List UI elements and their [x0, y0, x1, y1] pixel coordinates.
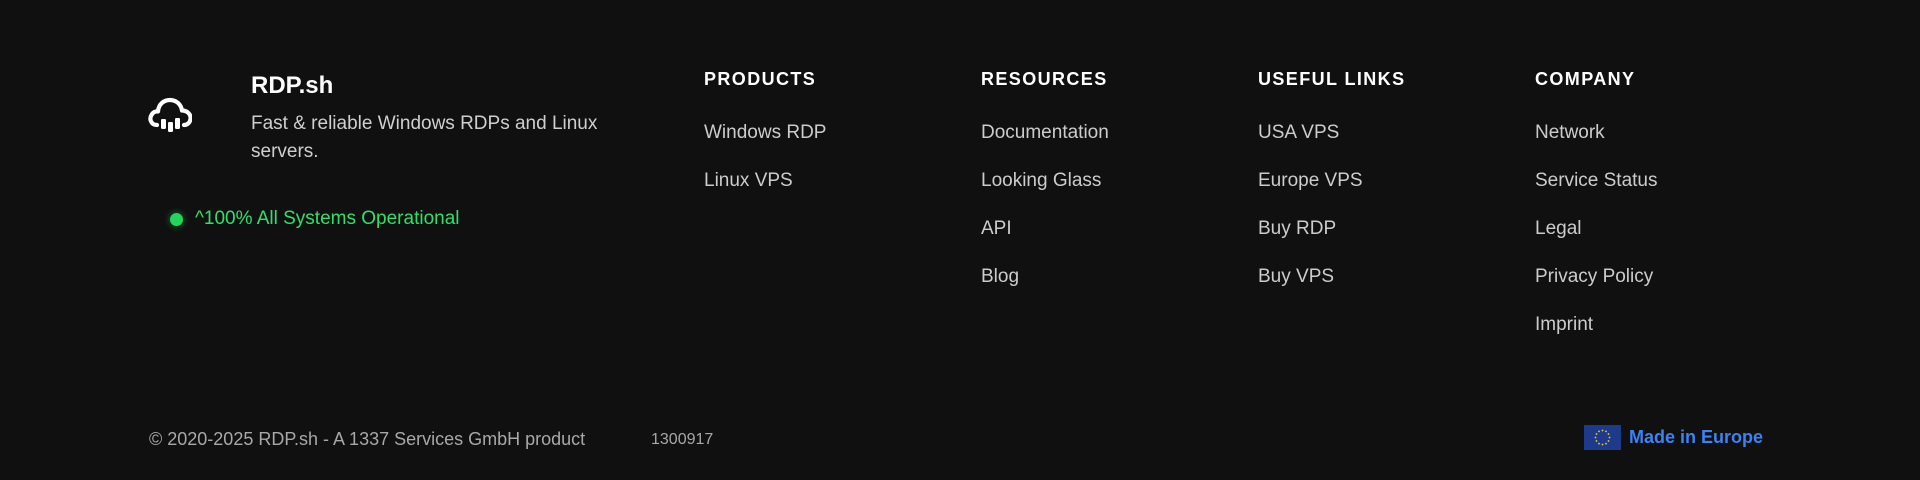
footer-link-buy-vps[interactable]: Buy VPS — [1258, 265, 1334, 289]
site-footer: RDP.sh Fast & reliable Windows RDPs and … — [0, 0, 1920, 480]
made-in-europe-label: Made in Europe — [1629, 427, 1764, 447]
footer-link-privacy-policy[interactable]: Privacy Policy — [1535, 265, 1653, 289]
system-status-link[interactable]: ^100% All Systems Operational — [170, 208, 460, 230]
footer-link-blog[interactable]: Blog — [981, 265, 1019, 289]
column-title: COMPANY — [1535, 69, 1636, 89]
footer-link-looking-glass[interactable]: Looking Glass — [981, 169, 1101, 193]
footer-link-buy-rdp[interactable]: Buy RDP — [1258, 217, 1336, 241]
copyright-text: © 2020-2025 RDP.sh - A 1337 Services Gmb… — [149, 429, 586, 449]
footer-link-linux-vps[interactable]: Linux VPS — [704, 169, 793, 193]
eu-flag-icon — [1584, 425, 1621, 450]
cloud-server-icon[interactable] — [148, 92, 192, 136]
column-title: USEFUL LINKS — [1258, 69, 1406, 89]
footer-link-network[interactable]: Network — [1535, 121, 1605, 145]
footer-link-legal[interactable]: Legal — [1535, 217, 1582, 241]
footer-link-api[interactable]: API — [981, 217, 1012, 241]
footer-column-resources: RESOURCES Documentation Looking Glass AP… — [981, 69, 1109, 313]
footer-link-imprint[interactable]: Imprint — [1535, 313, 1593, 337]
brand-name[interactable]: RDP.sh — [251, 72, 333, 100]
footer-link-windows-rdp[interactable]: Windows RDP — [704, 121, 826, 145]
made-in-europe-badge[interactable]: Made in Europe — [1584, 425, 1763, 450]
footer-column-useful-links: USEFUL LINKS USA VPS Europe VPS Buy RDP … — [1258, 69, 1405, 313]
build-number: 1300917 — [651, 431, 714, 448]
column-title: PRODUCTS — [704, 69, 817, 89]
column-title: RESOURCES — [981, 69, 1108, 89]
footer-link-service-status[interactable]: Service Status — [1535, 169, 1658, 193]
brand-tagline: Fast & reliable Windows RDPs and Linux s… — [251, 113, 598, 162]
footer-column-company: COMPANY Network Service Status Legal Pri… — [1535, 69, 1658, 361]
footer-link-europe-vps[interactable]: Europe VPS — [1258, 169, 1363, 193]
footer-link-documentation[interactable]: Documentation — [981, 121, 1109, 145]
footer-link-usa-vps[interactable]: USA VPS — [1258, 121, 1339, 145]
status-indicator-dot — [170, 212, 183, 226]
footer-column-products: PRODUCTS Windows RDP Linux VPS — [704, 69, 826, 217]
status-text: ^100% All Systems Operational — [195, 208, 460, 229]
